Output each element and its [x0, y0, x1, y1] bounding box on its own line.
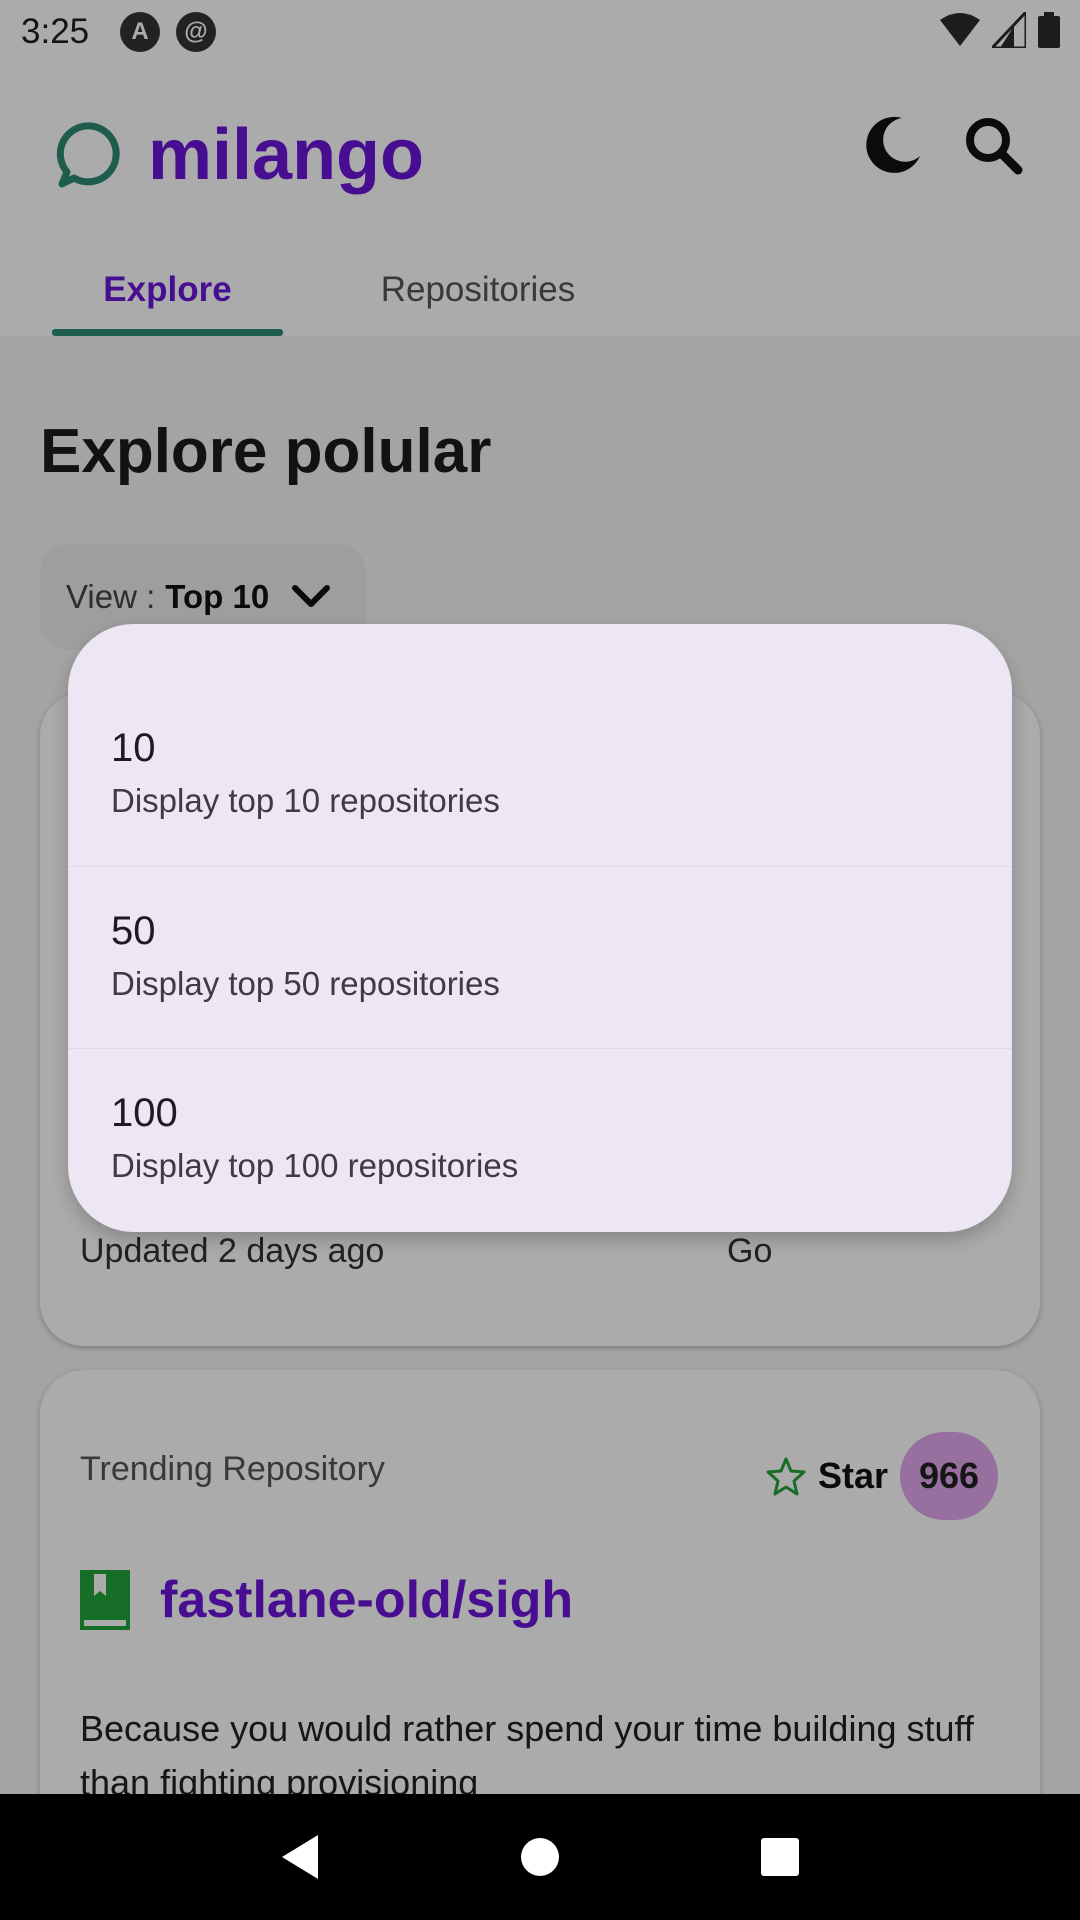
menu-item-top-50[interactable]: 50 Display top 50 repositories: [68, 866, 1012, 1048]
view-dropdown-menu: 10 Display top 10 repositories 50 Displa…: [68, 624, 1012, 1232]
system-nav-bar: [0, 1794, 1080, 1920]
menu-item-top-10[interactable]: 10 Display top 10 repositories: [68, 684, 1012, 866]
menu-item-title: 50: [111, 909, 156, 953]
menu-item-title: 10: [111, 726, 156, 770]
menu-item-subtitle: Display top 50 repositories: [111, 965, 500, 1002]
menu-item-subtitle: Display top 10 repositories: [111, 782, 500, 819]
menu-item-subtitle: Display top 100 repositories: [111, 1147, 519, 1184]
menu-item-title: 100: [111, 1091, 178, 1135]
home-icon: [521, 1838, 559, 1876]
nav-back-button[interactable]: [270, 1827, 330, 1887]
nav-recents-button[interactable]: [750, 1827, 810, 1887]
recents-icon: [761, 1838, 799, 1876]
nav-home-button[interactable]: [510, 1827, 570, 1887]
menu-item-top-100[interactable]: 100 Display top 100 repositories: [68, 1048, 1012, 1230]
back-icon: [282, 1835, 318, 1879]
